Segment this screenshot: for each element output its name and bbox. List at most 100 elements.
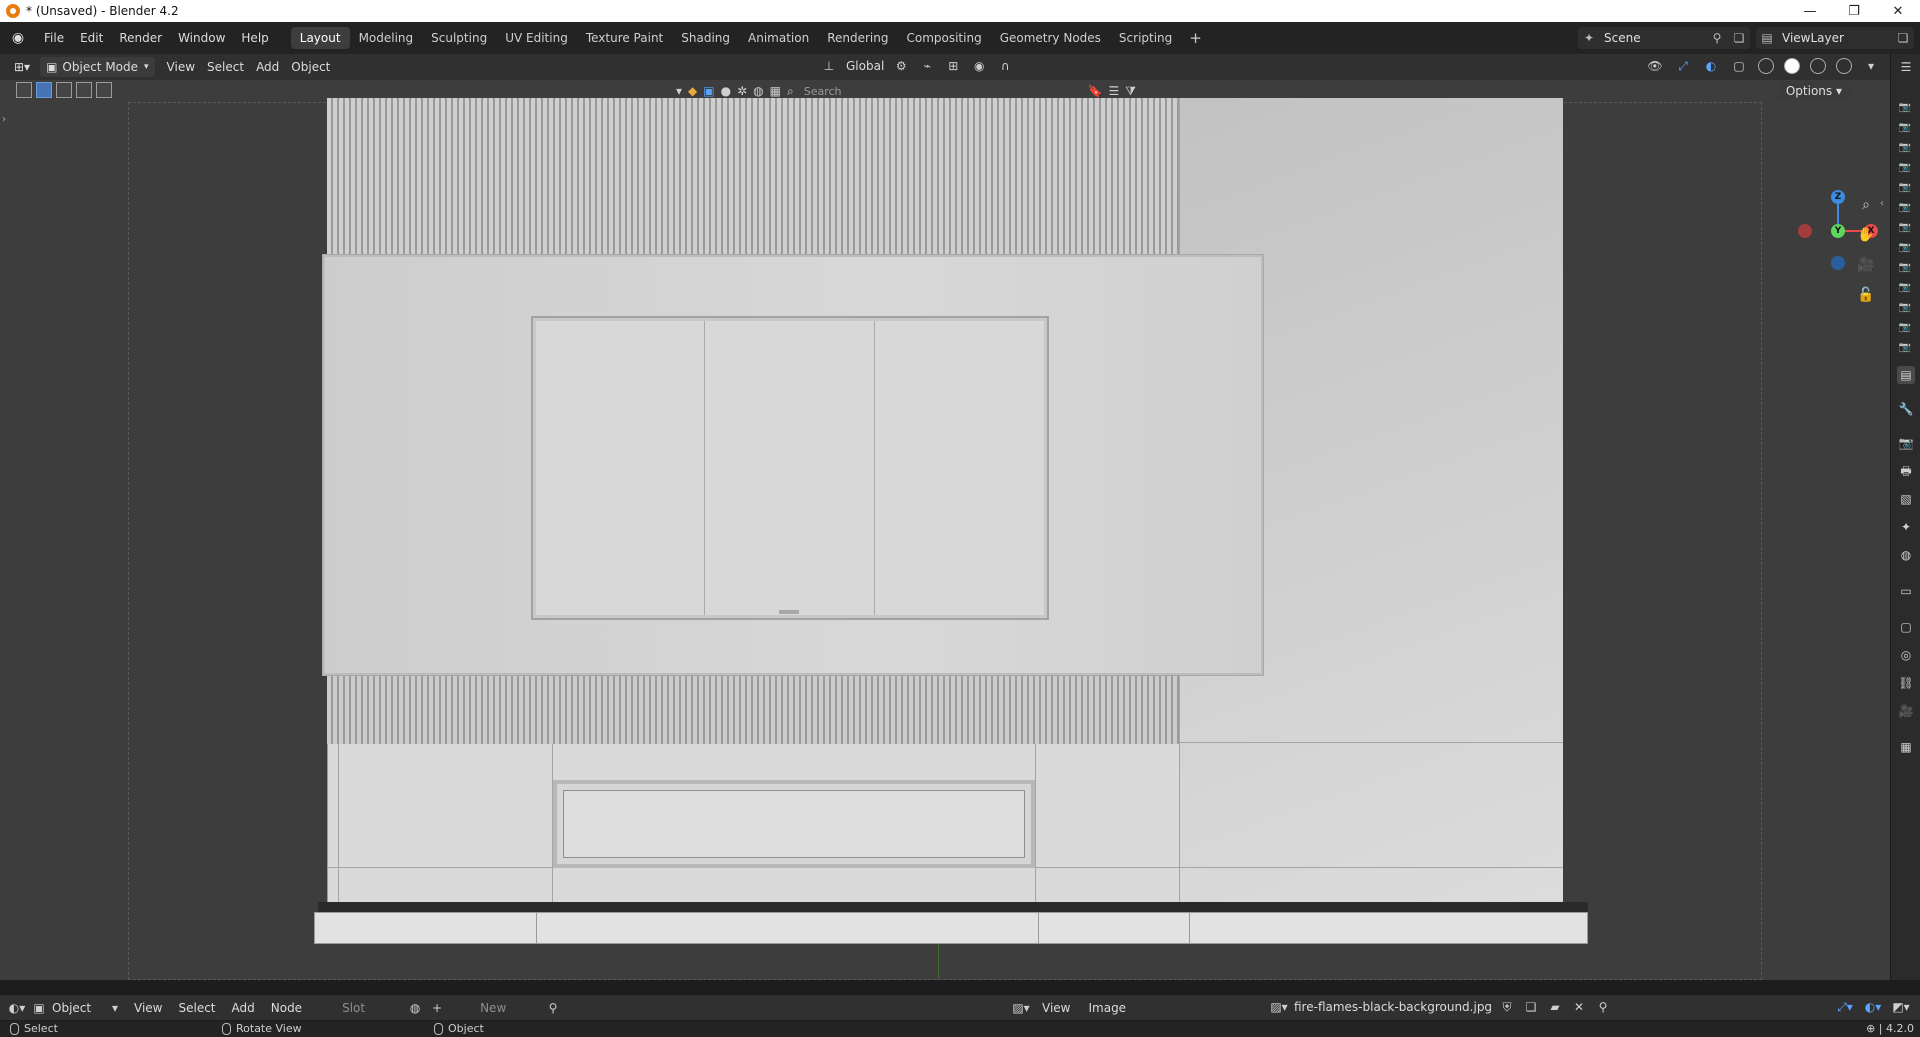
overlay-toggle-icon[interactable]: ◐▾	[1864, 998, 1882, 1016]
blender-logo-icon[interactable]: ◉	[10, 30, 26, 46]
menu-node[interactable]: Node	[265, 998, 308, 1018]
outliner-editor-icon[interactable]: ☰	[1897, 58, 1915, 76]
rendered-shading-icon[interactable]	[1836, 58, 1852, 74]
camera-icon[interactable]: 📷	[1898, 142, 1912, 154]
maximize-button[interactable]: ❐	[1832, 0, 1876, 22]
scene-name[interactable]: Scene	[1600, 31, 1706, 45]
object-mode-dropdown[interactable]: ▣ Object Mode ▾	[40, 57, 155, 77]
physics-properties-icon[interactable]: ◎	[1897, 646, 1915, 664]
minimize-button[interactable]: —	[1788, 0, 1832, 22]
color-filter-icon[interactable]: ◆	[688, 82, 697, 100]
view-layer-properties-icon[interactable]: ▧	[1897, 490, 1915, 508]
menu-view[interactable]: View	[128, 998, 168, 1018]
select-tool-icon[interactable]	[16, 82, 32, 98]
collection-properties-icon[interactable]: ▭	[1897, 582, 1915, 600]
gizmo-y-button[interactable]: Y	[1831, 224, 1845, 238]
menu-view[interactable]: View	[161, 57, 201, 77]
render-properties-icon[interactable]: 📷	[1897, 434, 1915, 452]
shader-type-dropdown[interactable]: Object	[52, 1001, 102, 1015]
world-filter-icon[interactable]: ◍	[753, 82, 763, 100]
duplicate-icon[interactable]: ❏	[1728, 31, 1750, 45]
add-material-icon[interactable]: +	[428, 999, 446, 1017]
data-properties-icon[interactable]: 🎥	[1897, 702, 1915, 720]
camera-icon[interactable]: 📷	[1898, 182, 1912, 194]
camera-view-icon[interactable]: 🎥	[1855, 254, 1877, 276]
tab-rendering[interactable]: Rendering	[818, 27, 897, 49]
zoom-icon[interactable]: ⌕	[1855, 194, 1877, 216]
gizmo-z-button[interactable]: Z	[1831, 190, 1845, 204]
chevron-down-icon[interactable]: ▾	[106, 999, 124, 1017]
display-mode-icon[interactable]: ☰	[1108, 82, 1119, 100]
gizmo-toggle-icon[interactable]: ⤢▾	[1836, 998, 1854, 1016]
camera-icon[interactable]: 📷	[1898, 282, 1912, 294]
texture-properties-icon[interactable]: ▦	[1897, 738, 1915, 756]
proportional-edit-icon[interactable]: ◉	[970, 57, 988, 75]
tab-texture-paint[interactable]: Texture Paint	[577, 27, 672, 49]
tab-geometry-nodes[interactable]: Geometry Nodes	[991, 27, 1110, 49]
transform-orientation-dropdown[interactable]: Global	[846, 59, 884, 73]
sphere-filter-icon[interactable]: ●	[721, 82, 731, 100]
menu-file[interactable]: File	[36, 27, 72, 49]
camera-icon[interactable]: 📷	[1898, 162, 1912, 174]
menu-object[interactable]: Object	[285, 57, 336, 77]
falloff-icon[interactable]: ∩	[996, 57, 1014, 75]
tab-modeling[interactable]: Modeling	[350, 27, 423, 49]
slot-dropdown[interactable]: Slot	[342, 1001, 402, 1015]
duplicate-layer-icon[interactable]: ❏	[1892, 31, 1914, 45]
folder-icon[interactable]: ▰	[1546, 998, 1564, 1016]
output-properties-icon[interactable]: 🖶	[1897, 462, 1915, 480]
camera-icon[interactable]: 📷	[1898, 342, 1912, 354]
material-sphere-icon[interactable]: ◍	[406, 999, 424, 1017]
unlink-icon[interactable]: ✕	[1570, 998, 1588, 1016]
new-material-button[interactable]: New	[480, 1001, 540, 1015]
tab-sculpting[interactable]: Sculpting	[422, 27, 496, 49]
tab-compositing[interactable]: Compositing	[897, 27, 990, 49]
overlay-toggle-icon[interactable]: ◐	[1702, 57, 1720, 75]
gizmo-neg-x-button[interactable]	[1798, 224, 1812, 238]
material-shading-icon[interactable]	[1810, 58, 1826, 74]
camera-icon[interactable]: 📷	[1898, 122, 1912, 134]
view-layer-selector[interactable]: ▤ ViewLayer ❏	[1756, 27, 1914, 49]
scene-selector[interactable]: ✦ Scene ⚲ ❏	[1578, 27, 1750, 49]
menu-select[interactable]: Select	[201, 57, 250, 77]
image-name-field[interactable]: fire-flames-black-background.jpg	[1294, 1000, 1492, 1014]
object-filter-icon[interactable]: ▣	[703, 82, 714, 100]
sidebar-expand-icon[interactable]: ‹	[1880, 198, 1884, 209]
camera-icon[interactable]: 📷	[1898, 202, 1912, 214]
snap-icon[interactable]: ⌁	[918, 57, 936, 75]
menu-window[interactable]: Window	[170, 27, 233, 49]
select-invert-icon[interactable]	[96, 82, 112, 98]
funnel-icon[interactable]: ⧩	[1125, 82, 1136, 100]
duplicate-icon[interactable]: ❏	[1522, 998, 1540, 1016]
tab-shading[interactable]: Shading	[672, 27, 739, 49]
constraints-properties-icon[interactable]: ⛓	[1897, 674, 1915, 692]
tab-scripting[interactable]: Scripting	[1110, 27, 1181, 49]
shading-options-icon[interactable]: ▾	[1862, 57, 1880, 75]
image-editor-type-icon[interactable]: ▨▾	[1012, 999, 1030, 1017]
menu-select[interactable]: Select	[172, 998, 221, 1018]
fake-user-shield-icon[interactable]: ⛨	[1498, 998, 1516, 1016]
menu-view[interactable]: View	[1036, 998, 1076, 1018]
camera-icon[interactable]: 📷	[1898, 222, 1912, 234]
tab-uv-editing[interactable]: UV Editing	[496, 27, 577, 49]
camera-icon[interactable]: 📷	[1898, 102, 1912, 114]
close-button[interactable]: ✕	[1876, 0, 1920, 22]
tab-layout[interactable]: Layout	[290, 27, 350, 49]
display-channels-icon[interactable]: ◩▾	[1892, 998, 1910, 1016]
properties-editor-icon[interactable]: ▤	[1897, 366, 1915, 384]
pin-icon[interactable]: ⚲	[1706, 31, 1728, 45]
menu-add[interactable]: Add	[226, 998, 261, 1018]
add-workspace-button[interactable]: +	[1181, 29, 1210, 47]
particles-filter-icon[interactable]: ✲	[737, 82, 747, 100]
pin-icon[interactable]: ⚲	[1594, 998, 1612, 1016]
select-subtract-icon[interactable]	[76, 82, 92, 98]
world-properties-icon[interactable]: ◍	[1897, 546, 1915, 564]
texture-filter-icon[interactable]: ▦	[770, 82, 781, 100]
tool-properties-icon[interactable]: 🔧	[1897, 400, 1915, 418]
search-input[interactable]: Search	[804, 85, 842, 98]
solid-shading-icon[interactable]	[1784, 58, 1800, 74]
lock-icon[interactable]: 🔓	[1855, 284, 1877, 306]
camera-icon[interactable]: 📷	[1898, 262, 1912, 274]
image-browse-icon[interactable]: ▨▾	[1270, 998, 1288, 1016]
bookmark-icon[interactable]: 🔖	[1088, 82, 1103, 100]
